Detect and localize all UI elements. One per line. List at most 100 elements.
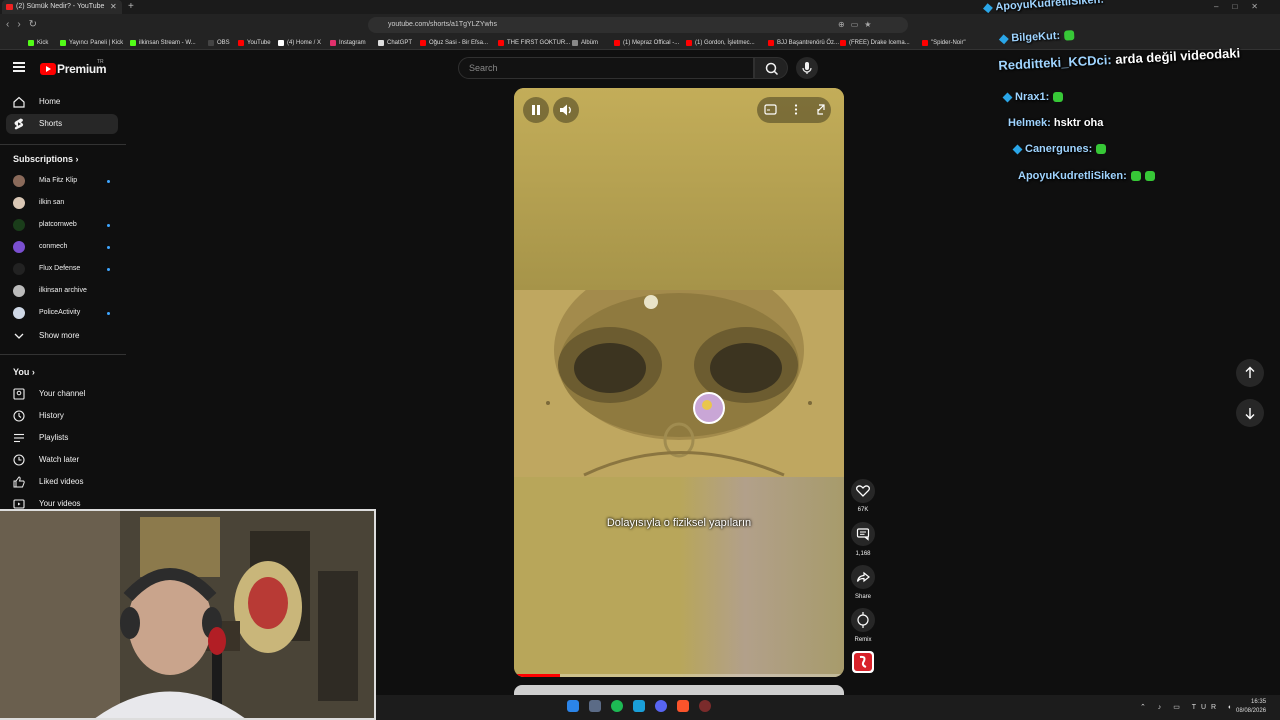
sidebar-item-shorts[interactable]: Shorts [6, 114, 118, 134]
new-content-dot [107, 180, 110, 183]
like-count: 67K [857, 507, 869, 513]
remix-label: Remix [854, 637, 872, 643]
channel-avatar [13, 263, 25, 275]
you-heading[interactable]: You › [13, 367, 35, 377]
arrow-down-icon [1245, 408, 1255, 420]
bookmark-item[interactable]: Instagram [330, 37, 366, 49]
captions-icon[interactable] [764, 104, 777, 115]
bookmark-favicon-icon [330, 40, 336, 46]
fullscreen-icon[interactable] [817, 104, 825, 115]
subscription-item[interactable]: Flux Defense [6, 260, 118, 278]
shorts-video-player[interactable]: Dolayısıyla o fiziksel yapıların [514, 88, 844, 677]
discord-icon[interactable] [655, 700, 667, 712]
subscription-item[interactable]: ilkinsan archive [6, 282, 118, 300]
sidebar-item-history[interactable]: History [6, 406, 118, 426]
sidebar-item-your-channel[interactable]: Your channel [6, 384, 118, 404]
sound-thumbnail[interactable] [852, 651, 874, 673]
sidebar-label: Playlists [39, 433, 69, 442]
microphone-icon [802, 62, 812, 74]
windows-start-icon[interactable] [567, 700, 579, 712]
channel-avatar [13, 219, 25, 231]
next-short-button[interactable] [1236, 399, 1264, 427]
bookmark-item[interactable]: (1) Gordon, İşletmec... [686, 37, 755, 49]
like-button[interactable] [851, 479, 875, 503]
bookmark-item[interactable]: Oğuz Sasi - Bir Efsa... [420, 37, 488, 49]
bookmark-item[interactable]: Albüm [572, 37, 598, 49]
voice-search-button[interactable] [796, 57, 818, 79]
browser-tab[interactable]: (2) Sümük Nedir? - YouTube [2, 0, 122, 14]
bookmark-label: ChatGPT [387, 40, 413, 46]
volume-button[interactable] [553, 97, 579, 123]
channel-avatar [13, 285, 25, 297]
bookmark-item[interactable]: THE FIRST GOKTUR... [498, 37, 570, 49]
bookmark-favicon-icon [208, 40, 214, 46]
bookmark-item[interactable]: (4) Home / X [278, 37, 321, 49]
webcam-feed-illustration [0, 511, 374, 718]
window-controls[interactable]: –□✕ [1214, 0, 1272, 14]
comments-button[interactable] [851, 522, 875, 546]
video-progress-bar[interactable] [514, 674, 844, 677]
sidebar-item-playlists[interactable]: Playlists [6, 428, 118, 448]
next-short-preview[interactable] [514, 685, 844, 695]
emote-icon [1130, 171, 1141, 182]
emote-icon [1063, 30, 1075, 41]
youtube-favicon-icon [6, 4, 13, 10]
bookmark-favicon-icon [922, 40, 928, 46]
pause-icon [532, 105, 540, 115]
bookmark-item[interactable]: (1) Mepraz Offical -... [614, 37, 679, 49]
cartoon-face-illustration [546, 260, 812, 477]
heart-icon [855, 485, 871, 497]
more-options-icon[interactable] [794, 104, 798, 115]
bookmark-item[interactable]: (FREE) Drake Icema... [840, 37, 910, 49]
sidebar-item-watch-later[interactable]: Watch later [6, 450, 118, 470]
bookmark-item[interactable]: BJJ Başantrenörü Öz... [768, 37, 839, 49]
menu-icon[interactable] [13, 62, 25, 72]
sidebar-item-liked-videos[interactable]: Liked videos [6, 472, 118, 492]
previous-short-button[interactable] [1236, 359, 1264, 387]
search-input[interactable]: Search [458, 57, 754, 79]
obs-icon[interactable] [699, 700, 711, 712]
brave-browser-icon[interactable] [677, 700, 689, 712]
share-label: Share [854, 594, 871, 600]
subscriptions-heading[interactable]: Subscriptions › [13, 154, 79, 164]
system-tray[interactable]: ⌃ ♪ ▭ TUR ◐ [1140, 695, 1237, 720]
bookmark-item[interactable]: ChatGPT [378, 37, 412, 49]
address-bar[interactable]: youtube.com/shorts/a1TgYLZYwhs [368, 17, 908, 33]
bookmark-item[interactable]: "Spider-Noir" [922, 37, 966, 49]
bookmark-favicon-icon [130, 40, 136, 46]
search-button[interactable] [754, 57, 788, 79]
sidebar-item-home[interactable]: Home [6, 92, 118, 112]
share-button[interactable] [851, 565, 875, 589]
subscription-label: ilkinsan archive [39, 287, 87, 294]
channel-avatar [13, 175, 25, 187]
subscription-item[interactable]: conmech [6, 238, 118, 256]
emote-icon [1096, 144, 1107, 155]
emote-icon [1053, 92, 1064, 103]
language-indicator: TUR [1191, 704, 1222, 711]
browser-nav-buttons[interactable]: ‹›↻ [6, 14, 45, 36]
close-tab-icon[interactable]: ✕ [110, 0, 117, 14]
steam-icon[interactable] [633, 700, 645, 712]
explorer-icon[interactable] [589, 700, 601, 712]
pause-button[interactable] [523, 97, 549, 123]
subscription-item[interactable]: ilkin san [6, 194, 118, 212]
bookmark-item[interactable]: Kick [28, 37, 48, 49]
bookmark-item[interactable]: ilkinsan Stream - W... [130, 37, 196, 49]
youtube-play-icon [40, 63, 56, 75]
bookmark-item[interactable]: YouTube [238, 37, 271, 49]
system-clock[interactable]: 16:35 08/08/2026 [1236, 698, 1266, 716]
subscription-item[interactable]: Mia Fitz Klip [6, 172, 118, 190]
show-more-button[interactable]: Show more [6, 326, 118, 346]
subscription-item[interactable]: platcornweb [6, 216, 118, 234]
bookmark-item[interactable]: OBS [208, 37, 230, 49]
bookmark-label: Albüm [581, 40, 599, 46]
bookmark-favicon-icon [238, 40, 244, 46]
bookmark-favicon-icon [840, 40, 846, 46]
new-tab-icon[interactable]: + [128, 0, 134, 14]
subscription-item[interactable]: PoliceActivity [6, 304, 118, 322]
spotify-icon[interactable] [611, 700, 623, 712]
remix-button[interactable] [851, 608, 875, 632]
bookmark-favicon-icon [28, 40, 34, 46]
bookmark-item[interactable]: Yayıncı Paneli | Kick [60, 37, 123, 49]
address-bar-icons[interactable]: ⊕▭★ [838, 17, 877, 33]
